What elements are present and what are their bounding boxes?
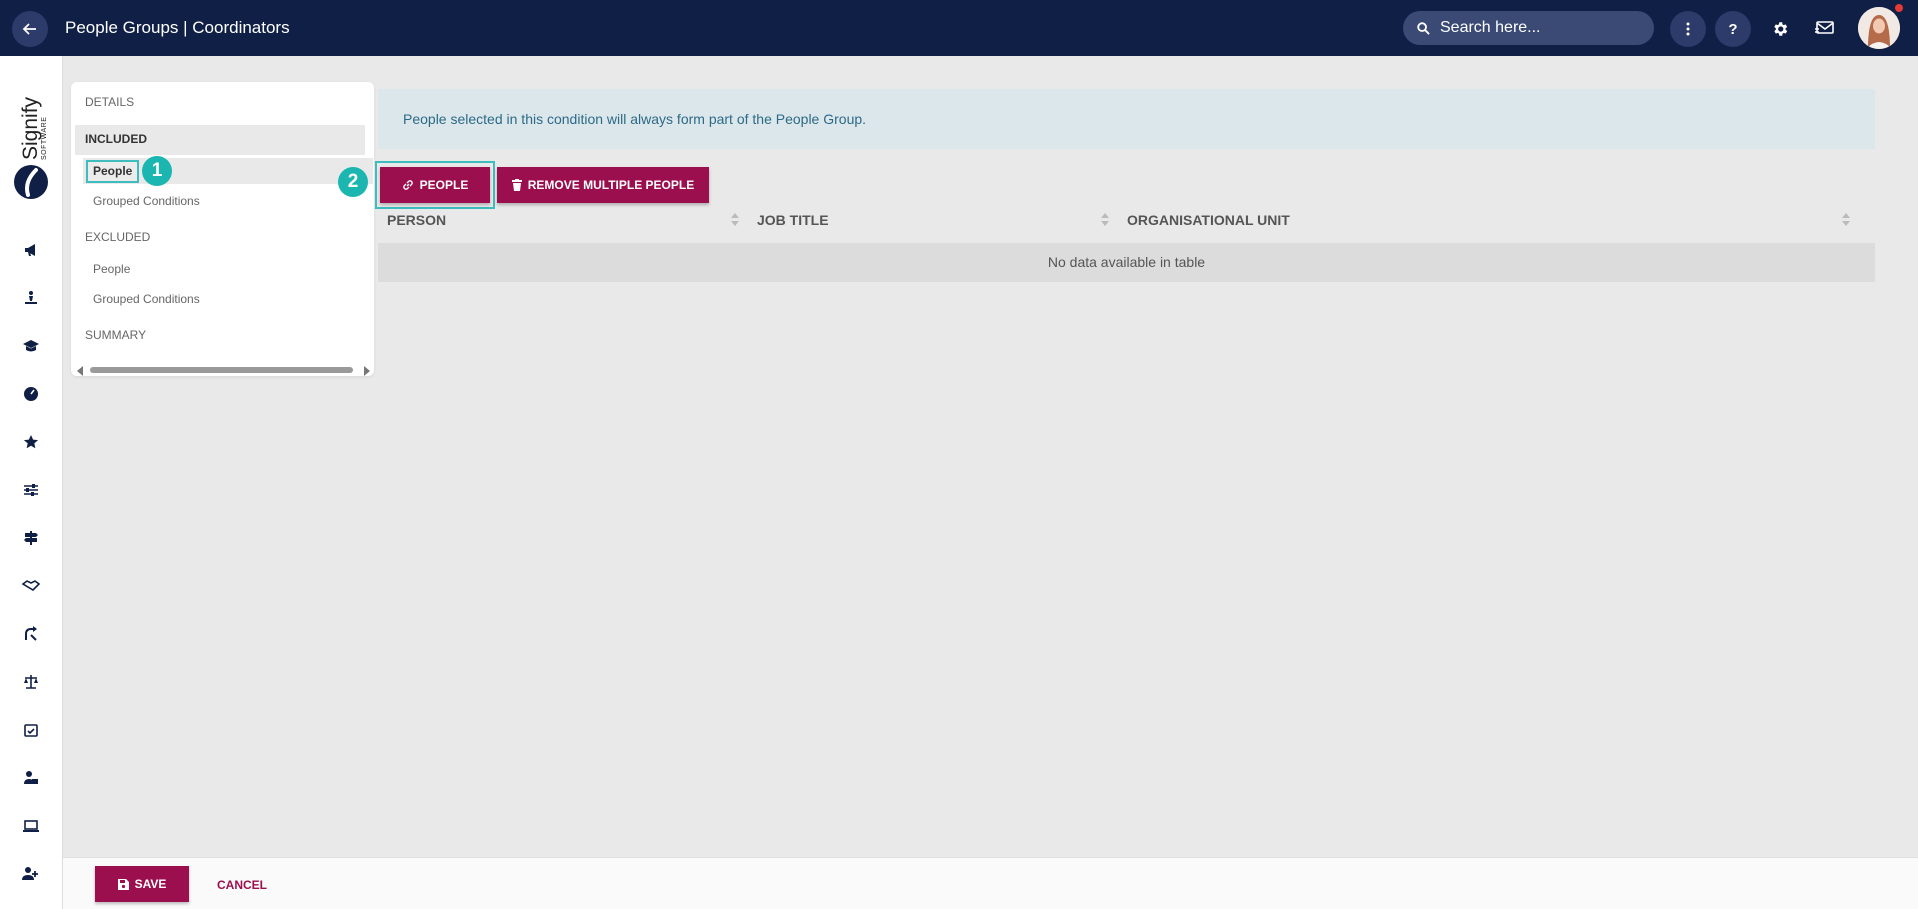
user-briefcase-icon[interactable]	[20, 767, 42, 789]
gear-icon	[1774, 22, 1788, 36]
nav-excluded-grouped-conditions[interactable]: Grouped Conditions	[93, 292, 200, 306]
dashboard-gauge-icon[interactable]	[20, 383, 42, 405]
nav-excluded-people[interactable]: People	[93, 262, 130, 276]
scales-icon[interactable]	[20, 671, 42, 693]
trash-icon	[511, 179, 522, 191]
info-banner: People selected in this condition will a…	[378, 89, 1875, 149]
nav-included[interactable]: INCLUDED	[85, 132, 147, 146]
search-icon	[1417, 21, 1430, 35]
more-vertical-icon	[1686, 22, 1690, 36]
link-icon	[402, 180, 413, 190]
sort-icon[interactable]	[1842, 213, 1850, 229]
laptop-icon[interactable]	[20, 815, 42, 837]
left-nav-rail: Signify SOFTWARE	[0, 56, 63, 909]
save-button[interactable]: SAVE	[95, 866, 189, 902]
scroll-left-arrow-icon[interactable]	[77, 366, 83, 376]
nav-summary[interactable]: SUMMARY	[85, 328, 146, 342]
sort-icon[interactable]	[731, 213, 739, 229]
panel-horizontal-scrollbar[interactable]	[75, 364, 370, 376]
handshake-icon[interactable]	[20, 575, 42, 597]
floppy-disk-icon	[117, 878, 129, 890]
add-user-icon[interactable]	[20, 863, 42, 885]
svg-text:Signify: Signify	[19, 96, 42, 160]
person-activity-icon[interactable]	[20, 287, 42, 309]
footer-bar	[63, 857, 1918, 909]
help-icon: ?	[1728, 20, 1738, 38]
condition-nav-panel: DETAILS INCLUDED People Grouped Conditio…	[71, 82, 374, 376]
nav-excluded[interactable]: EXCLUDED	[85, 230, 150, 244]
announcements-icon[interactable]	[20, 239, 42, 261]
signpost-icon[interactable]	[20, 527, 42, 549]
settings-button[interactable]	[1764, 13, 1796, 45]
notification-dot	[1895, 4, 1903, 12]
routing-icon[interactable]	[20, 623, 42, 645]
back-button[interactable]	[12, 11, 48, 47]
step-badge-2: 2	[338, 167, 368, 197]
mail-icon	[1815, 21, 1834, 34]
more-options-button[interactable]	[1670, 11, 1706, 47]
sliders-icon[interactable]	[20, 479, 42, 501]
sort-icon[interactable]	[1101, 213, 1109, 229]
remove-multiple-people-label: REMOVE MULTIPLE PEOPLE	[527, 178, 695, 192]
top-bar: People Groups | Coordinators ?	[0, 0, 1918, 56]
nav-details[interactable]: DETAILS	[85, 95, 134, 109]
remove-multiple-people-button[interactable]: REMOVE MULTIPLE PEOPLE	[497, 167, 709, 203]
calendar-check-icon[interactable]	[20, 719, 42, 741]
column-header-organisational-unit[interactable]: ORGANISATIONAL UNIT	[1127, 212, 1290, 228]
nav-included-grouped-conditions[interactable]: Grouped Conditions	[93, 194, 200, 208]
nav-included-people[interactable]: People	[86, 160, 140, 183]
avatar[interactable]	[1858, 7, 1900, 49]
link-people-button[interactable]: PEOPLE	[380, 167, 490, 203]
page-title: People Groups | Coordinators	[65, 18, 290, 37]
svg-text:SOFTWARE: SOFTWARE	[41, 117, 48, 160]
user-photo-icon	[1858, 7, 1900, 49]
search-input[interactable]	[1440, 19, 1640, 37]
scroll-thumb[interactable]	[90, 367, 353, 373]
step-badge-1: 1	[142, 156, 172, 186]
scroll-right-arrow-icon[interactable]	[364, 366, 370, 376]
cancel-button[interactable]: CANCEL	[217, 878, 267, 892]
link-people-label: PEOPLE	[419, 178, 469, 192]
messages-button[interactable]	[1808, 13, 1840, 45]
graduation-cap-icon[interactable]	[20, 335, 42, 357]
star-icon[interactable]	[20, 431, 42, 453]
table-empty-row: No data available in table	[378, 243, 1875, 282]
column-header-job-title[interactable]: JOB TITLE	[757, 212, 829, 228]
search-box[interactable]	[1403, 11, 1654, 45]
column-header-person[interactable]: PERSON	[387, 212, 446, 228]
arrow-left-icon	[22, 23, 36, 35]
signify-logo: Signify SOFTWARE	[10, 84, 54, 204]
help-button[interactable]: ?	[1715, 11, 1751, 47]
save-label: SAVE	[134, 877, 167, 891]
